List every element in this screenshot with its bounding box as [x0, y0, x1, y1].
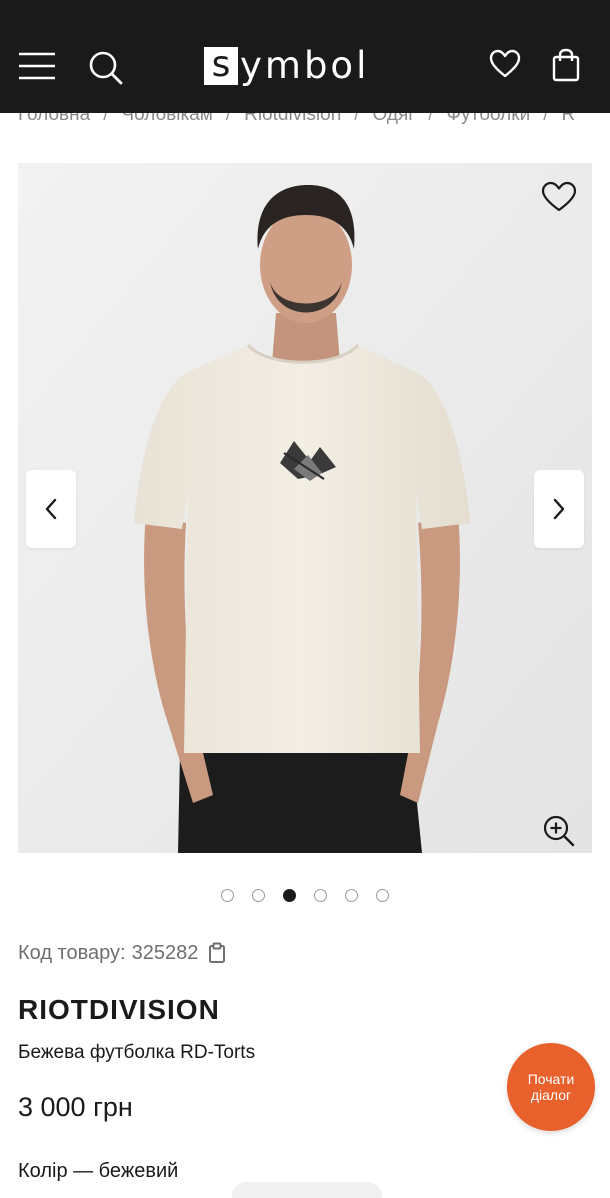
site-header: s ymbol	[0, 0, 610, 113]
heart-icon	[541, 181, 577, 212]
heart-icon	[489, 49, 521, 78]
zoom-button[interactable]	[540, 813, 578, 849]
gallery-dot[interactable]	[376, 889, 389, 902]
sku-value: 325282	[131, 941, 199, 964]
gallery-dot[interactable]	[221, 889, 234, 902]
gallery-next-button[interactable]	[534, 470, 584, 548]
search-button[interactable]	[84, 46, 128, 90]
gallery-dot-active[interactable]	[283, 889, 296, 902]
gallery-prev-button[interactable]	[26, 470, 76, 548]
product-sku: Код товару: 325282	[18, 940, 226, 966]
site-logo[interactable]: s ymbol	[204, 44, 369, 88]
logo-letter: s	[204, 47, 238, 85]
gallery-pagination	[0, 889, 610, 905]
product-price: 3 000 грн	[18, 1092, 133, 1122]
product-color-label: Колір — бежевий	[18, 1160, 179, 1182]
copy-icon[interactable]	[208, 942, 226, 964]
gallery-dot[interactable]	[345, 889, 358, 902]
logo-wordmark: ymbol	[240, 44, 370, 87]
chevron-right-icon	[553, 498, 565, 520]
product-photo	[18, 163, 592, 853]
chat-button[interactable]: Почати діалог	[507, 1043, 595, 1131]
favorites-button[interactable]	[484, 44, 526, 84]
add-to-wishlist-button[interactable]	[538, 177, 580, 217]
product-brand[interactable]: RIOTDIVISION	[18, 994, 220, 1026]
search-icon	[89, 51, 123, 85]
chevron-left-icon	[45, 498, 57, 520]
zoom-in-icon	[543, 815, 575, 847]
gallery-dot[interactable]	[314, 889, 327, 902]
cart-button[interactable]	[546, 44, 586, 86]
chat-label-line2: діалог	[530, 1087, 572, 1103]
chat-label-line1: Почати	[527, 1071, 575, 1087]
menu-icon	[19, 52, 55, 80]
color-swatch[interactable]	[232, 1182, 382, 1198]
product-gallery[interactable]	[18, 163, 592, 853]
menu-button[interactable]	[14, 46, 60, 86]
product-title: Бежева футболка RD-Torts	[18, 1042, 256, 1063]
bag-icon	[552, 48, 580, 82]
sku-label: Код товару:	[18, 941, 126, 964]
gallery-dot[interactable]	[252, 889, 265, 902]
